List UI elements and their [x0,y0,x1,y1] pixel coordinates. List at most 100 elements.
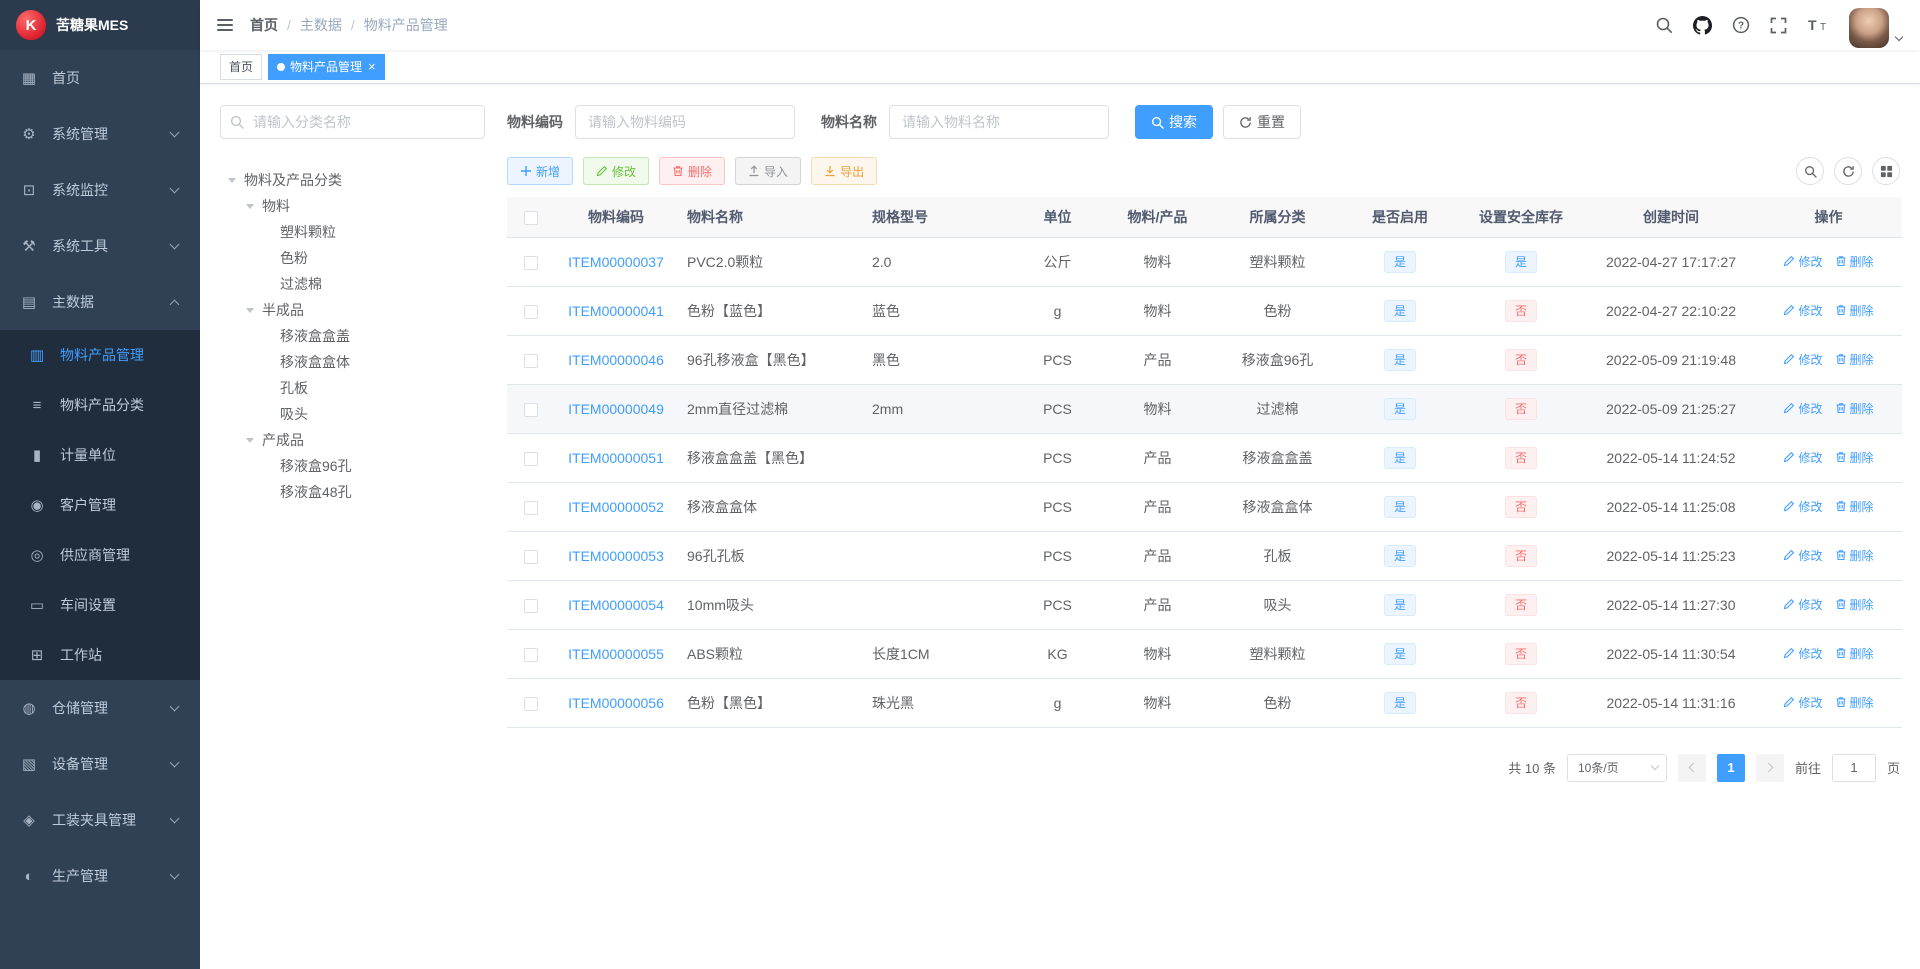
edit-link[interactable]: 修改 [1783,498,1823,515]
tab-item[interactable]: 首页 [220,53,263,80]
material-code-link[interactable]: ITEM00000046 [568,352,664,368]
sidebar-item[interactable]: ◈ 工装夹具管理 [0,792,200,848]
prev-page-button[interactable] [1677,753,1706,782]
delete-link[interactable]: 删除 [1835,253,1874,270]
help-icon[interactable]: ? [1722,0,1760,50]
page-size-select[interactable]: 10条/页 [1566,753,1667,782]
import-button[interactable]: 导入 [735,157,802,185]
sidebar-item[interactable]: ◐ 生产管理 [0,848,200,904]
category-search-input[interactable] [220,105,485,139]
tree-node[interactable]: 移液盒盒盖 [220,323,485,349]
tree-node[interactable]: 移液盒96孔 [220,453,485,479]
delete-link[interactable]: 删除 [1835,449,1874,466]
row-checkbox[interactable] [524,402,538,417]
edit-link[interactable]: 修改 [1783,645,1823,662]
tab-item[interactable]: 物料产品管理 × [268,53,385,80]
delete-link[interactable]: 删除 [1835,498,1874,515]
app-logo[interactable]: K 苦糖果MES [0,0,200,50]
close-icon[interactable]: × [368,60,376,73]
add-button[interactable]: 新增 [507,157,574,185]
export-button[interactable]: 导出 [811,157,878,185]
fullscreen-icon[interactable] [1760,0,1797,50]
delete-link[interactable]: 删除 [1835,645,1874,662]
tree-node[interactable]: 吸头 [220,401,485,427]
row-checkbox[interactable] [524,304,538,319]
next-page-button[interactable] [1755,753,1784,782]
material-code-input[interactable] [575,105,795,139]
row-checkbox[interactable] [524,255,538,270]
delete-link[interactable]: 删除 [1835,302,1874,319]
delete-link[interactable]: 删除 [1835,400,1874,417]
row-checkbox[interactable] [524,598,538,613]
sidebar-item[interactable]: ⚒ 系统工具 [0,218,200,274]
sidebar-subitem[interactable]: ▮ 计量单位 [0,430,200,480]
tree-node[interactable]: 产成品 [220,427,485,453]
search-icon[interactable] [1645,0,1683,50]
tree-node[interactable]: 物料及产品分类 [220,167,485,193]
sidebar-item[interactable]: ▧ 设备管理 [0,736,200,792]
tree-node[interactable]: 色粉 [220,245,485,271]
delete-link[interactable]: 删除 [1835,351,1874,368]
material-code-link[interactable]: ITEM00000041 [568,303,664,319]
edit-link[interactable]: 修改 [1783,694,1823,711]
tree-node[interactable]: 半成品 [220,297,485,323]
edit-link[interactable]: 修改 [1783,351,1823,368]
material-name-input[interactable] [889,105,1109,139]
material-code-link[interactable]: ITEM00000056 [568,695,664,711]
edit-link[interactable]: 修改 [1783,547,1823,564]
sidebar-subitem[interactable]: ▥ 物料产品管理 [0,330,200,380]
hamburger-icon[interactable] [200,0,250,50]
edit-button[interactable]: 修改 [583,157,650,185]
goto-page-input[interactable] [1831,753,1876,782]
search-button[interactable]: 搜索 [1135,105,1213,139]
row-checkbox[interactable] [524,549,538,564]
tree-node[interactable]: 物料 [220,193,485,219]
sidebar-item[interactable]: ▤ 主数据 [0,274,200,330]
material-code-link[interactable]: ITEM00000055 [568,646,664,662]
material-code-link[interactable]: ITEM00000049 [568,401,664,417]
user-menu[interactable] [1849,2,1904,48]
material-code-link[interactable]: ITEM00000053 [568,548,664,564]
breadcrumb-item[interactable]: 首页 [250,15,278,35]
sidebar-item[interactable]: ⊡ 系统监控 [0,162,200,218]
select-all-checkbox[interactable] [524,210,538,225]
edit-link[interactable]: 修改 [1783,253,1823,270]
tree-node[interactable]: 孔板 [220,375,485,401]
font-size-icon[interactable]: TT [1797,0,1839,50]
material-code-link[interactable]: ITEM00000052 [568,499,664,515]
edit-link[interactable]: 修改 [1783,400,1823,417]
reset-button[interactable]: 重置 [1223,105,1301,139]
material-code-link[interactable]: ITEM00000054 [568,597,664,613]
columns-button[interactable] [1872,157,1900,185]
page-1-button[interactable]: 1 [1716,753,1745,782]
github-icon[interactable] [1683,0,1722,50]
toggle-search-button[interactable] [1796,157,1824,185]
tree-node[interactable]: 塑料颗粒 [220,219,485,245]
material-code-link[interactable]: ITEM00000051 [568,450,664,466]
row-checkbox[interactable] [524,451,538,466]
tree-node[interactable]: 移液盒盒体 [220,349,485,375]
delete-button[interactable]: 删除 [659,157,726,185]
sidebar-item[interactable]: ▦ 首页 [0,50,200,106]
sidebar-item[interactable]: ◍ 仓储管理 [0,680,200,736]
material-code-link[interactable]: ITEM00000037 [568,254,664,270]
row-checkbox[interactable] [524,696,538,711]
row-checkbox[interactable] [524,353,538,368]
sidebar-subitem[interactable]: ≡ 物料产品分类 [0,380,200,430]
sidebar-subitem[interactable]: ⊞ 工作站 [0,630,200,680]
row-checkbox[interactable] [524,647,538,662]
edit-link[interactable]: 修改 [1783,596,1823,613]
delete-link[interactable]: 删除 [1835,596,1874,613]
sidebar-subitem[interactable]: ◎ 供应商管理 [0,530,200,580]
refresh-button[interactable] [1834,157,1862,185]
tree-node[interactable]: 过滤棉 [220,271,485,297]
delete-link[interactable]: 删除 [1835,547,1874,564]
sidebar-subitem[interactable]: ▭ 车间设置 [0,580,200,630]
sidebar-item[interactable]: ⚙ 系统管理 [0,106,200,162]
delete-link[interactable]: 删除 [1835,694,1874,711]
edit-link[interactable]: 修改 [1783,449,1823,466]
tree-node[interactable]: 移液盒48孔 [220,479,485,505]
edit-link[interactable]: 修改 [1783,302,1823,319]
sidebar-subitem[interactable]: ◉ 客户管理 [0,480,200,530]
row-checkbox[interactable] [524,500,538,515]
